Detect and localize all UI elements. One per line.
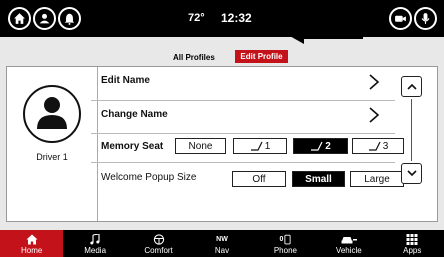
nav-nav-label: Nav	[214, 246, 230, 255]
nav-apps[interactable]: Apps	[381, 230, 444, 257]
notification-icon[interactable]	[58, 7, 81, 30]
pointer-arrow-icon	[288, 27, 363, 44]
popup-small-button[interactable]: Small	[292, 171, 345, 187]
nav-phone-label: Phone	[273, 246, 297, 255]
memory-seat-2-label: 2	[325, 140, 331, 152]
compass-direction: NW	[216, 235, 228, 243]
nav-comfort[interactable]: Comfort	[127, 230, 190, 257]
person-icon	[37, 97, 67, 129]
memory-seat-2-button[interactable]: 2	[293, 138, 348, 154]
car-icon	[341, 233, 357, 245]
phone-icon: 0	[279, 233, 291, 245]
change-name-row[interactable]: Change Name	[91, 101, 395, 135]
tab-edit-profile[interactable]: Edit Profile	[235, 50, 288, 63]
memory-seat-3-button[interactable]: 3	[352, 138, 404, 154]
nav-media-label: Media	[84, 246, 107, 255]
scroll-up-button[interactable]	[401, 76, 422, 97]
popup-large-button[interactable]: Large	[350, 171, 404, 187]
nav-home-label: Home	[21, 246, 43, 255]
profile-icon[interactable]	[33, 7, 56, 30]
temperature-readout: 72°	[188, 12, 205, 24]
change-name-label: Change Name	[101, 109, 168, 120]
steering-wheel-icon	[153, 233, 165, 245]
tab-all-profiles[interactable]: All Profiles	[173, 53, 215, 62]
driver-avatar[interactable]	[23, 85, 81, 143]
welcome-popup-label: Welcome Popup Size	[101, 172, 197, 183]
memory-seat-none-button[interactable]: None	[175, 138, 226, 154]
voice-icon[interactable]	[414, 7, 437, 30]
popup-off-button[interactable]: Off	[232, 171, 286, 187]
seat-icon	[311, 141, 323, 151]
seat-icon	[250, 141, 263, 151]
chevron-right-icon	[369, 74, 380, 90]
music-note-icon	[89, 233, 101, 245]
scroll-down-button[interactable]	[401, 163, 422, 184]
driver-name-label: Driver 1	[36, 152, 68, 162]
memory-seat-1-button[interactable]: 1	[233, 138, 287, 154]
memory-seat-1-label: 1	[264, 140, 271, 152]
chevron-up-icon	[406, 83, 417, 90]
home-icon[interactable]	[8, 7, 31, 30]
clock: 12:32	[221, 11, 252, 25]
phone-badge: 0	[279, 235, 284, 243]
nav-media[interactable]: Media	[63, 230, 126, 257]
camera-icon[interactable]	[389, 7, 412, 30]
profile-tabs: All Profiles Edit Profile	[0, 37, 444, 67]
nav-nav[interactable]: NW Nav	[190, 230, 253, 257]
bottom-nav: Home Media Comfort NW Nav 0 Phone Vehicl…	[0, 230, 444, 257]
status-bar: 72° 12:32	[0, 0, 444, 37]
nav-home[interactable]: Home	[0, 230, 64, 257]
memory-seat-3-label: 3	[382, 140, 389, 152]
chevron-down-icon	[406, 170, 417, 177]
chevron-right-icon	[369, 107, 380, 123]
nav-phone[interactable]: 0 Phone	[254, 230, 317, 257]
edit-name-row[interactable]: Edit Name	[91, 67, 395, 101]
compass-icon: NW	[216, 233, 228, 245]
nav-apps-label: Apps	[403, 246, 422, 255]
nav-comfort-label: Comfort	[144, 246, 173, 255]
edit-name-label: Edit Name	[101, 75, 150, 86]
memory-seat-label: Memory Seat	[101, 141, 164, 152]
seat-icon	[368, 141, 381, 151]
home-icon	[26, 233, 38, 245]
nav-vehicle-label: Vehicle	[335, 246, 362, 255]
nav-vehicle[interactable]: Vehicle	[317, 230, 380, 257]
apps-grid-icon	[406, 233, 418, 245]
scrollbar-track[interactable]	[411, 99, 412, 161]
